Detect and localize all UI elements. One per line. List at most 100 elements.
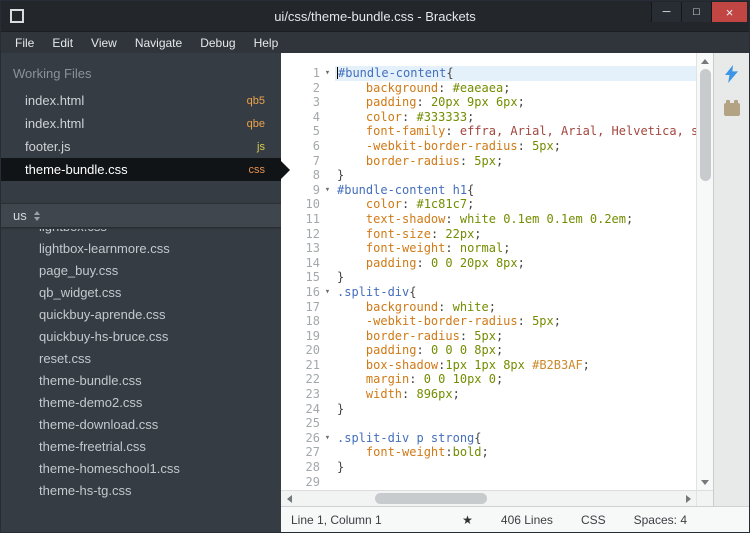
line-number: 11 (305, 211, 320, 226)
file-extension-badge: css (248, 163, 266, 176)
star-icon[interactable]: ★ (462, 513, 473, 527)
menu-item-view[interactable]: View (82, 33, 126, 53)
fold-arrow-icon[interactable]: ▾ (320, 66, 335, 81)
line-number: 19 (305, 328, 320, 343)
menu-item-debug[interactable]: Debug (191, 33, 244, 53)
scroll-down-arrow-icon[interactable] (697, 474, 713, 490)
tree-item-partial[interactable]: lightbox.css (1, 229, 281, 238)
tree-item[interactable]: theme-bundle.css (1, 370, 281, 392)
scroll-up-arrow-icon[interactable] (697, 53, 713, 69)
code-line-5[interactable]: 5 font-family: effra, Arial, Arial, Helv… (281, 124, 696, 139)
main-area: Working Files index.html qb5 index.html qbe… (1, 53, 749, 532)
title-bar[interactable]: ui/css/theme-bundle.css - Brackets ─ □ × (1, 1, 749, 31)
code-line-1[interactable]: 1 ▾ #bundle-content{ (281, 66, 696, 81)
project-name: us (13, 208, 27, 223)
code-line-3[interactable]: 3 padding: 20px 9px 6px; (281, 95, 696, 110)
working-file[interactable]: footer.js js (1, 135, 281, 158)
code-line-20[interactable]: 20 padding: 0 0 0 8px; (281, 343, 696, 358)
code-line-26[interactable]: 26 ▾ .split-div p strong{ (281, 431, 696, 446)
extension-manager-icon[interactable] (723, 100, 740, 116)
line-number: 21 (305, 357, 320, 372)
horizontal-scroll-track[interactable] (297, 491, 680, 507)
horizontal-scroll-thumb[interactable] (375, 492, 487, 504)
file-name: qb_widget.css (39, 285, 122, 300)
maximize-button[interactable]: □ (681, 2, 711, 22)
line-number: 1 ▾ (281, 66, 335, 81)
tree-item[interactable]: theme-download.css (1, 414, 281, 436)
code-line-21[interactable]: 21 box-shadow:1px 1px 8px #B2B3AF; (281, 358, 696, 373)
line-number: 10 (305, 197, 320, 212)
code-line-27[interactable]: 27 font-weight:bold; (281, 445, 696, 460)
code-line-19[interactable]: 19 border-radius: 5px; (281, 329, 696, 344)
working-file[interactable]: index.html qbe (1, 112, 281, 135)
code-line-25[interactable]: 25 (281, 416, 696, 431)
code-line-28[interactable]: 28} (281, 460, 696, 475)
tree-item[interactable]: theme-homeschool1.css (1, 458, 281, 480)
line-number: 14 (305, 255, 320, 270)
brackets-window: ui/css/theme-bundle.css - Brackets ─ □ ×… (0, 0, 750, 533)
working-file[interactable]: theme-bundle.css css (1, 158, 281, 181)
code-line-4[interactable]: 4 color: #333333; (281, 110, 696, 125)
line-number: 24 (305, 401, 320, 416)
minimize-button[interactable]: ─ (651, 2, 681, 22)
code-line-11[interactable]: 11 text-shadow: white 0.1em 0.1em 0.2em; (281, 212, 696, 227)
language-mode[interactable]: CSS (581, 513, 606, 527)
code-line-15[interactable]: 15} (281, 270, 696, 285)
tree-item[interactable]: theme-freetrial.css (1, 436, 281, 458)
horizontal-scrollbar[interactable] (281, 490, 696, 506)
code-line-29[interactable]: 29 (281, 475, 696, 490)
line-number: 17 (305, 299, 320, 314)
indent-setting[interactable]: Spaces: 4 (634, 513, 687, 527)
code-line-24[interactable]: 24} (281, 402, 696, 417)
code-line-13[interactable]: 13 font-weight: normal; (281, 241, 696, 256)
tree-item[interactable]: quickbuy-hs-bruce.css (1, 326, 281, 348)
live-preview-icon[interactable] (725, 65, 738, 88)
line-number: 15 (305, 270, 320, 285)
code-line-17[interactable]: 17 background: white; (281, 300, 696, 315)
working-file[interactable]: index.html qb5 (1, 89, 281, 112)
fold-arrow-icon[interactable]: ▾ (320, 285, 335, 300)
code-line-22[interactable]: 22 margin: 0 0 10px 0; (281, 372, 696, 387)
code-line-2[interactable]: 2 background: #eaeaea; (281, 81, 696, 96)
code-line-10[interactable]: 10 color: #1c81c7; (281, 197, 696, 212)
tree-item[interactable]: page_buy.css (1, 260, 281, 282)
tree-item[interactable]: theme-hs-tg.css (1, 480, 281, 502)
menu-item-file[interactable]: File (6, 33, 43, 53)
project-dropdown[interactable]: us (1, 203, 281, 227)
line-number: 5 (312, 124, 320, 139)
menu-item-navigate[interactable]: Navigate (126, 33, 191, 53)
tree-item[interactable]: quickbuy-aprende.css (1, 304, 281, 326)
vertical-scrollbar[interactable] (696, 53, 713, 506)
code-line-6[interactable]: 6 -webkit-border-radius: 5px; (281, 139, 696, 154)
code-line-18[interactable]: 18 -webkit-border-radius: 5px; (281, 314, 696, 329)
scroll-left-arrow-icon[interactable] (281, 491, 297, 507)
selected-file-arrow-icon (281, 161, 290, 179)
line-number: 20 (305, 343, 320, 358)
file-name: lightbox.css (39, 229, 281, 238)
tree-item[interactable]: reset.css (1, 348, 281, 370)
code-line-9[interactable]: 9 ▾ #bundle-content h1{ (281, 183, 696, 198)
tree-item[interactable]: theme-demo2.css (1, 392, 281, 414)
fold-arrow-icon[interactable]: ▾ (320, 183, 335, 198)
fold-arrow-icon[interactable]: ▾ (320, 431, 335, 446)
code-line-8[interactable]: 8} (281, 168, 696, 183)
vertical-scroll-track[interactable] (697, 69, 713, 474)
code-editor[interactable]: 1 ▾ #bundle-content{2 background: #eaeaea;… (281, 53, 696, 490)
menu-item-edit[interactable]: Edit (43, 33, 82, 53)
scroll-right-arrow-icon[interactable] (680, 491, 696, 507)
cursor-position: Line 1, Column 1 (291, 512, 382, 527)
code-line-14[interactable]: 14 padding: 0 0 20px 8px; (281, 256, 696, 271)
vertical-scroll-thumb[interactable] (700, 69, 711, 181)
file-extension-badge: qbe (246, 117, 265, 130)
line-number: 9 ▾ (281, 183, 335, 198)
tree-item[interactable]: lightbox-learnmore.css (1, 238, 281, 260)
file-name: theme-download.css (39, 417, 159, 432)
code-line-7[interactable]: 7 border-radius: 5px; (281, 154, 696, 169)
code-line-16[interactable]: 16 ▾ .split-div{ (281, 285, 696, 300)
code-line-12[interactable]: 12 font-size: 22px; (281, 227, 696, 242)
menu-item-help[interactable]: Help (245, 33, 288, 53)
tree-item[interactable]: qb_widget.css (1, 282, 281, 304)
line-number: 13 (305, 241, 320, 256)
close-button[interactable]: × (711, 2, 747, 22)
code-line-23[interactable]: 23 width: 896px; (281, 387, 696, 402)
